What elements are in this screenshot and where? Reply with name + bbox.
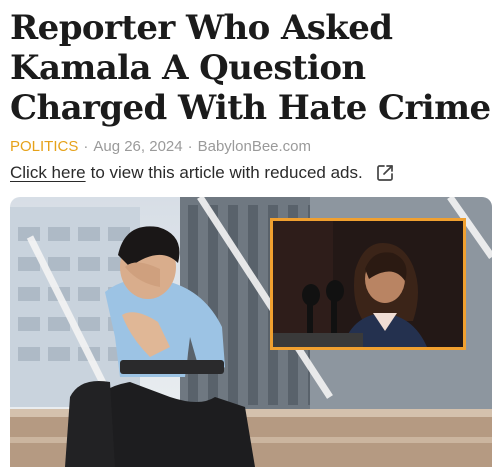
external-link-icon[interactable] [375, 163, 395, 183]
category-label[interactable]: POLITICS [10, 138, 78, 155]
article-meta: POLITICS · Aug 26, 2024 · BabylonBee.com [10, 138, 311, 155]
article-source: BabylonBee.com [197, 138, 312, 155]
article-date: Aug 26, 2024 [93, 138, 183, 155]
reduced-ads-text: to view this article with reduced ads. [90, 163, 363, 182]
reduced-ads-link[interactable]: Click here [10, 163, 86, 183]
inset-image[interactable] [270, 218, 466, 350]
meta-separator: · [187, 138, 193, 155]
reduced-ads-notice: Click here to view this article with red… [10, 163, 395, 183]
article-headline: Reporter Who Asked Kamala A Question Cha… [10, 8, 491, 128]
meta-separator: · [83, 138, 89, 155]
